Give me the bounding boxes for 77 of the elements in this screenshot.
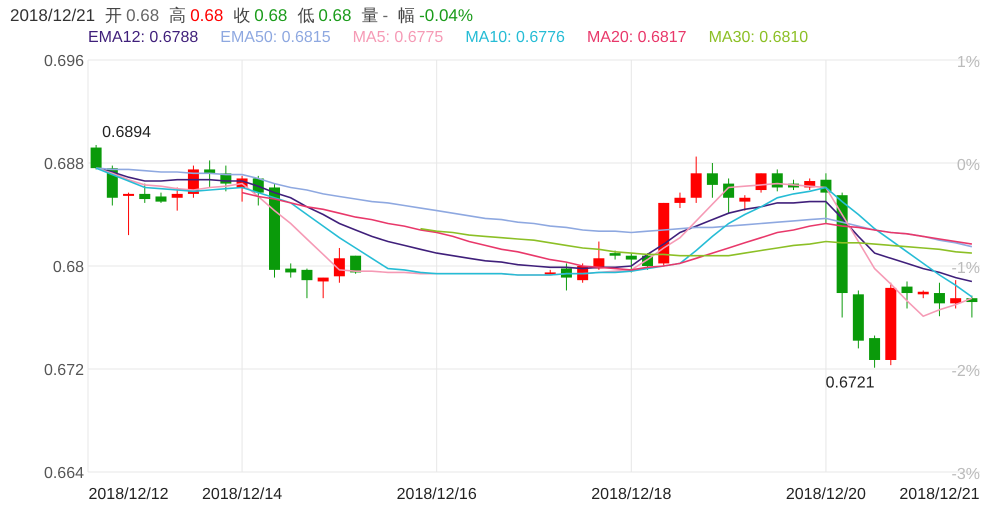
field-label: 量 — [361, 6, 378, 26]
candlestick — [756, 172, 767, 194]
candlestick — [739, 194, 750, 212]
legend-item: MA30: 0.6810 — [708, 28, 808, 48]
candlestick — [172, 186, 183, 212]
candlestick — [350, 255, 362, 274]
price-annotation: 0.6721 — [826, 374, 875, 392]
candlestick — [301, 268, 312, 299]
candlestick — [852, 290, 864, 349]
field-value: 0.68 — [254, 6, 288, 26]
field-label: 开 — [105, 6, 122, 26]
candlestick — [318, 277, 329, 299]
y-axis-label: 0.688 — [44, 156, 84, 173]
candlestick — [188, 165, 199, 198]
legend-item: MA20: 0.6817 — [586, 28, 687, 48]
legend-item: EMA50: 0.6815 — [220, 28, 331, 48]
candlestick — [155, 192, 166, 204]
field-value: 0.68 — [318, 6, 352, 26]
candlestick — [869, 335, 880, 368]
x-axis-label: 2018/12/18 — [591, 486, 672, 503]
y-axis-label: 0.664 — [44, 465, 84, 482]
x-axis-label: 2018/12/21 — [899, 486, 980, 503]
x-axis-label: 2018/12/16 — [396, 486, 477, 503]
candlestick — [966, 295, 978, 318]
candlestick — [577, 262, 588, 284]
candlestick — [934, 282, 945, 317]
candlestick — [642, 252, 654, 270]
candlestick — [285, 262, 296, 278]
y-axis-label: -1% — [952, 260, 980, 277]
quote-date: 2018/12/21 — [10, 6, 96, 26]
field-label: 收 — [233, 6, 250, 26]
y-axis-label: -3% — [952, 466, 980, 483]
candlestick — [106, 165, 118, 206]
field-label: 低 — [297, 6, 314, 26]
y-axis-label: 0.696 — [44, 53, 84, 70]
y-axis-label: 0.672 — [44, 362, 84, 379]
candlestick — [902, 280, 913, 309]
candlestick — [723, 178, 734, 214]
candlestick — [123, 192, 134, 236]
candlestick — [706, 162, 718, 198]
x-axis-label: 2018/12/14 — [202, 486, 282, 503]
field-label: 幅 — [398, 6, 416, 26]
candlestick — [593, 241, 604, 270]
field-label: 高 — [169, 6, 186, 26]
legend-item: MA10: 0.6776 — [465, 28, 565, 48]
field-value: - — [382, 6, 388, 26]
candlestick — [90, 144, 102, 170]
candlestick — [772, 168, 783, 192]
candlestick — [950, 280, 962, 309]
candlestick — [204, 160, 216, 188]
candlestick — [544, 269, 556, 276]
legend-item: EMA12: 0.6788 — [88, 28, 198, 48]
candlestick — [610, 250, 621, 260]
y-axis-label: 0% — [956, 157, 980, 174]
field-value: 0.68 — [126, 6, 160, 26]
x-axis-label: 2018/12/12 — [88, 486, 169, 503]
candlestick — [690, 156, 702, 204]
candlestick — [674, 192, 686, 209]
candlestick — [139, 183, 150, 204]
candlestick — [236, 175, 248, 202]
field-value: -0.04% — [419, 6, 474, 26]
y-axis-label: -2% — [952, 363, 980, 380]
x-axis-label: 2018/12/20 — [786, 486, 866, 503]
candlestick — [626, 252, 637, 273]
price-annotation: 0.6894 — [102, 124, 152, 141]
candlestick — [220, 165, 232, 192]
legend-item: MA5: 0.6775 — [352, 28, 444, 48]
field-value: 0.68 — [190, 6, 224, 26]
y-axis-label: 1% — [956, 54, 980, 71]
y-axis-label: 0.68 — [52, 259, 84, 276]
candlestick — [820, 172, 832, 224]
candlestick — [334, 247, 345, 284]
candlestick — [252, 175, 264, 206]
candlestick — [918, 290, 929, 299]
candlestick — [560, 262, 572, 291]
candlestick — [788, 179, 799, 191]
candlestick — [804, 178, 816, 191]
